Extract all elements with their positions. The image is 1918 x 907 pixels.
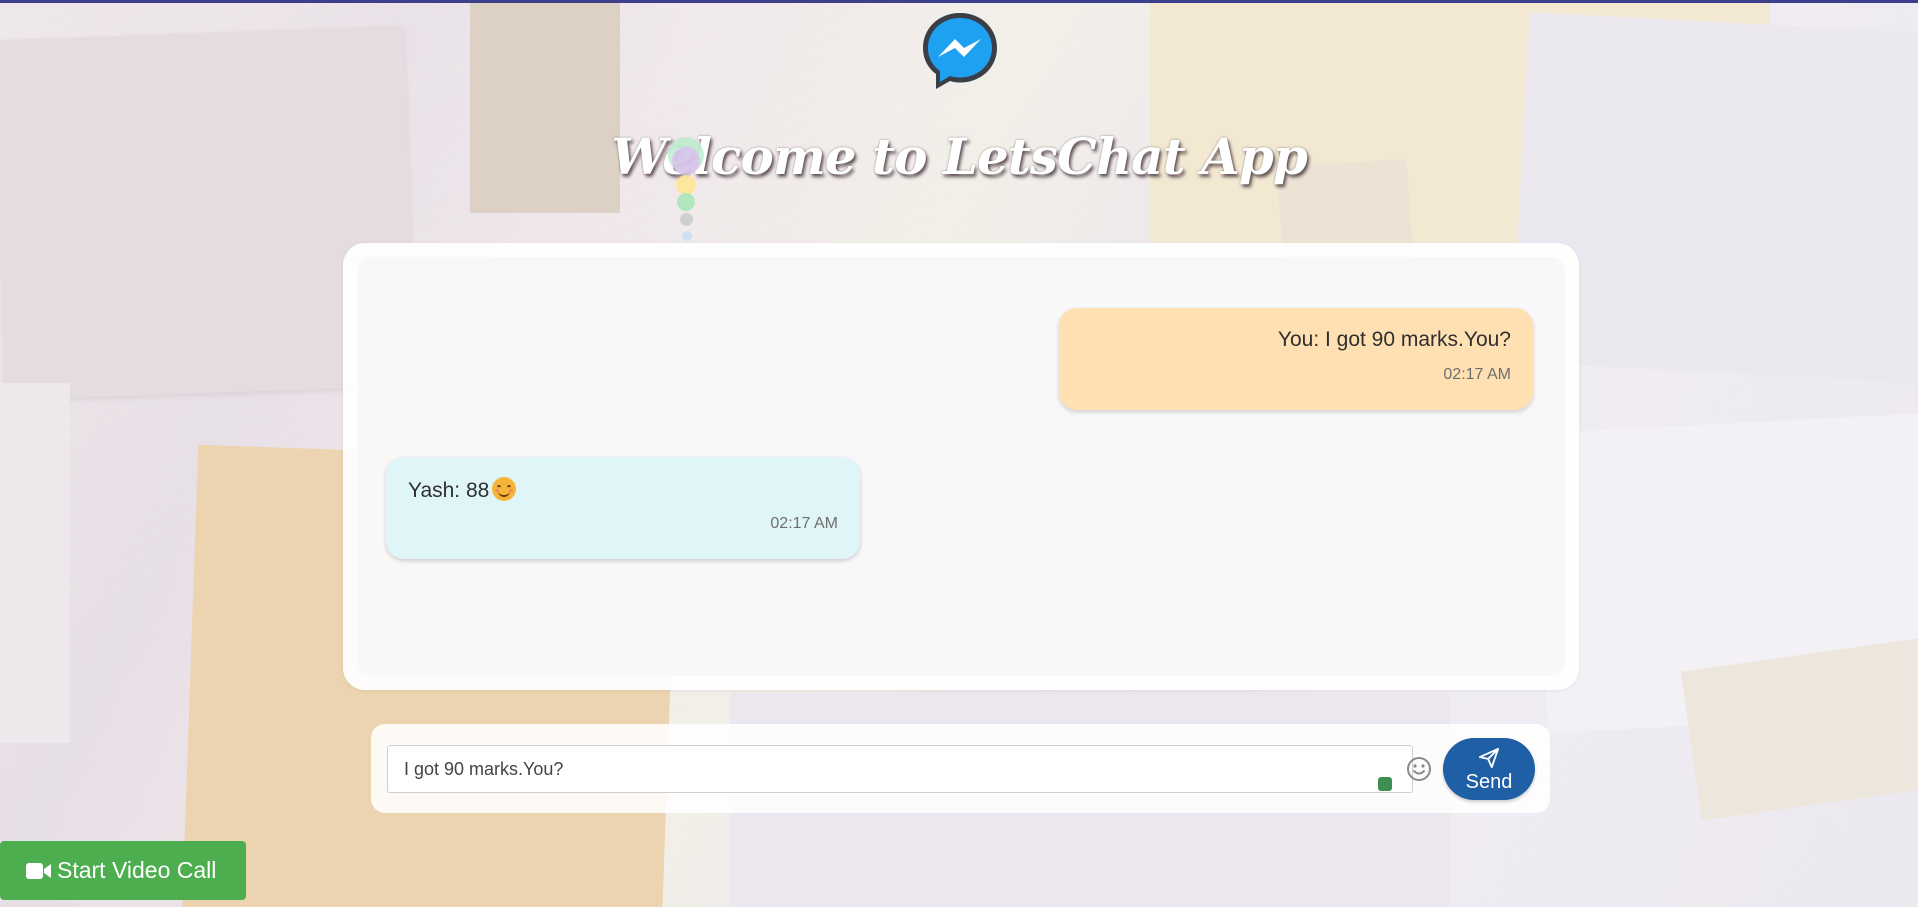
page-title: Welcome to LetsChat App <box>611 127 1308 186</box>
message-composer: Send <box>371 724 1550 813</box>
background-paper <box>0 383 70 743</box>
message-time: 02:17 AM <box>770 515 838 532</box>
background-paper <box>1150 3 1770 243</box>
grammar-extension-icon[interactable] <box>1378 777 1392 791</box>
message-text: Yash: 88 <box>408 479 490 502</box>
message-text-wrapper: Yash: 88 <box>408 477 838 503</box>
video-call-label: Start Video Call <box>57 857 217 883</box>
message-time: 02:17 AM <box>1443 366 1511 383</box>
background-paper <box>1532 412 1918 734</box>
send-label: Send <box>1465 771 1513 793</box>
paper-plane-icon <box>1478 747 1500 769</box>
message-bubble-outgoing: You: I got 90 marks.You? 02:17 AM <box>1059 308 1533 410</box>
messenger-icon <box>918 9 1002 93</box>
smiley-icon[interactable] <box>1406 756 1432 782</box>
send-button[interactable]: Send <box>1443 738 1535 800</box>
message-input[interactable] <box>387 745 1413 793</box>
video-camera-icon <box>26 863 51 879</box>
start-video-call-button[interactable]: Start Video Call <box>0 841 246 900</box>
message-text: You: I got 90 marks.You? <box>1277 328 1511 351</box>
decorative-dots <box>668 137 708 247</box>
message-bubble-incoming: Yash: 88 02:17 AM <box>386 457 860 559</box>
smiling-face-icon <box>492 477 517 501</box>
background-paper <box>1680 635 1918 821</box>
